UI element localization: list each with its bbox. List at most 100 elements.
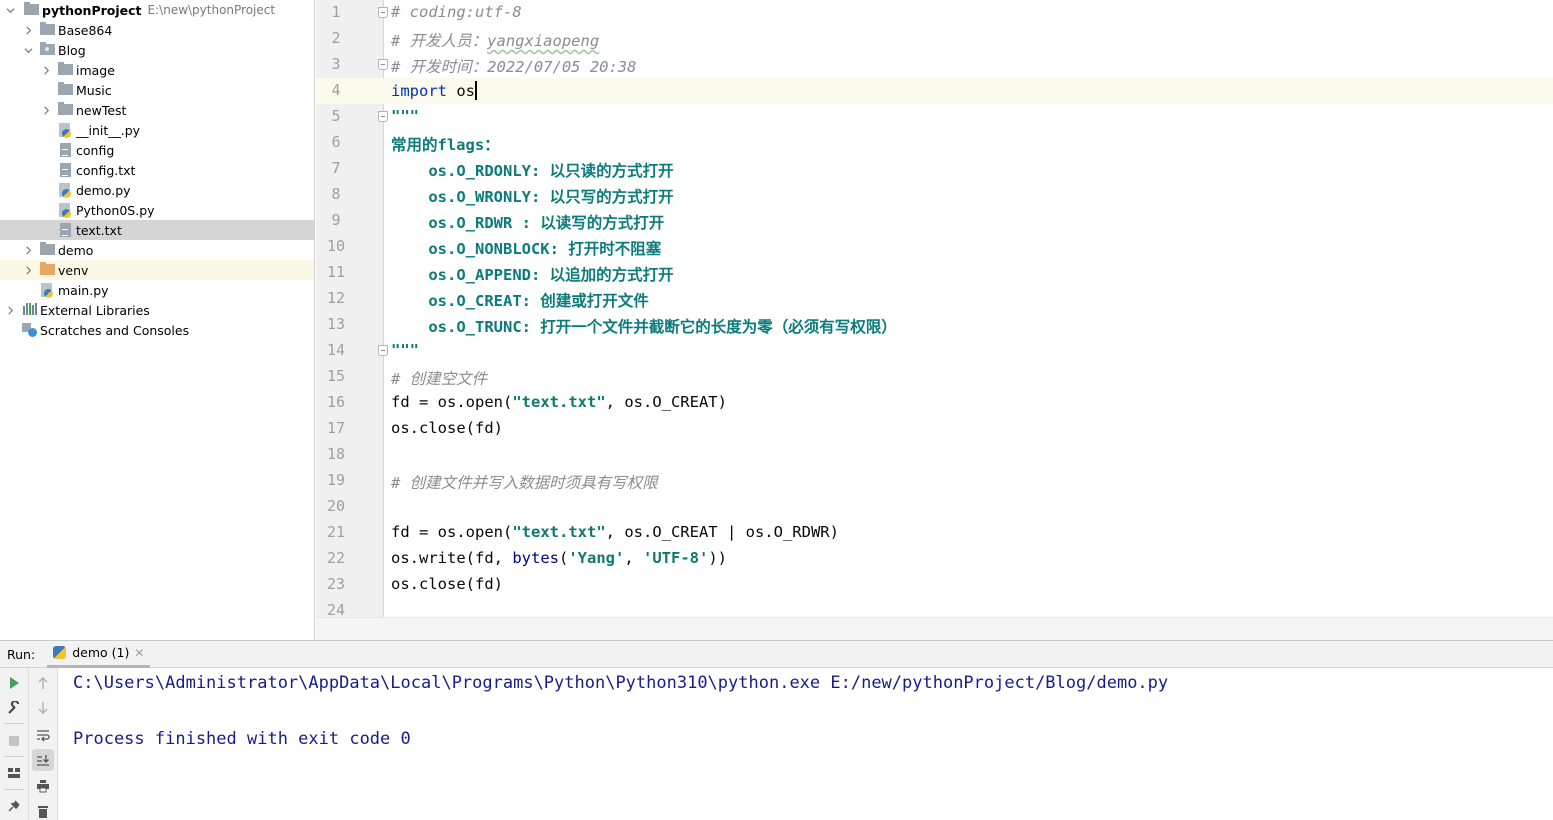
chevron-right-icon[interactable] bbox=[22, 20, 34, 40]
code-line[interactable]: 8 os.O_WRONLY: 以只写的方式打开 bbox=[316, 182, 1553, 208]
tree-item[interactable]: Music bbox=[0, 80, 314, 100]
code-token: import bbox=[391, 82, 447, 100]
code-line[interactable]: 24 bbox=[316, 598, 1553, 617]
code-line[interactable]: 18 bbox=[316, 442, 1553, 468]
code-text: os.write(fd, bytes('Yang', 'UTF-8')) bbox=[391, 549, 727, 567]
tree-item-label: text.txt bbox=[76, 222, 122, 238]
run-tab-demo[interactable]: demo (1) ✕ bbox=[47, 641, 151, 668]
code-token: 'UTF-8' bbox=[643, 549, 709, 567]
tree-item[interactable]: Scratches and Consoles bbox=[0, 320, 314, 340]
tree-item[interactable]: main.py bbox=[0, 280, 314, 300]
close-icon[interactable]: ✕ bbox=[134, 646, 144, 660]
chevron-down-icon[interactable] bbox=[4, 0, 16, 20]
stop-button[interactable] bbox=[3, 730, 25, 752]
fold-marker-icon[interactable] bbox=[378, 111, 388, 122]
code-line[interactable]: 14 """ bbox=[316, 338, 1553, 364]
code-line[interactable]: 22 os.write(fd, bytes('Yang', 'UTF-8')) bbox=[316, 546, 1553, 572]
tree-item[interactable]: External Libraries bbox=[0, 300, 314, 320]
tree-item[interactable]: venv bbox=[0, 260, 314, 280]
tree-item[interactable]: demo bbox=[0, 240, 314, 260]
tree-item[interactable]: config.txt bbox=[0, 160, 314, 180]
code-token: os.O_RDWR : 以读写的方式打开 bbox=[391, 214, 665, 232]
code-line[interactable]: 20 bbox=[316, 494, 1553, 520]
chevron-right-icon[interactable] bbox=[4, 300, 16, 320]
toolbar-divider bbox=[4, 789, 24, 790]
code-token: yangxiaopeng bbox=[487, 32, 600, 50]
editor-horizontal-scrollbar[interactable] bbox=[316, 617, 1553, 640]
code-line[interactable]: 7 os.O_RDONLY: 以只读的方式打开 bbox=[316, 156, 1553, 182]
fold-marker-icon[interactable] bbox=[378, 7, 388, 18]
tree-item[interactable]: demo.py bbox=[0, 180, 314, 200]
run-toolbar-secondary bbox=[29, 668, 58, 820]
code-text: # 创建空文件 bbox=[391, 367, 487, 389]
clear-all-button[interactable] bbox=[32, 800, 54, 820]
soft-wrap-button[interactable] bbox=[32, 724, 54, 746]
code-line[interactable]: 21 fd = os.open("text.txt", os.O_CREAT | … bbox=[316, 520, 1553, 546]
tree-item[interactable]: newTest bbox=[0, 100, 314, 120]
code-line[interactable]: 13 os.O_TRUNC: 打开一个文件并截断它的长度为零（必须有写权限） bbox=[316, 312, 1553, 338]
code-text: """ bbox=[391, 107, 419, 125]
gutter-cell: 19 bbox=[316, 468, 384, 494]
tree-item-label: Blog bbox=[58, 42, 86, 58]
code-line[interactable]: 2 # 开发人员：yangxiaopeng bbox=[316, 26, 1553, 52]
modify-run-config-button[interactable] bbox=[3, 697, 25, 719]
up-stack-trace-button[interactable] bbox=[32, 672, 54, 694]
code-line[interactable]: 3 # 开发时间：2022/07/05 20:38 bbox=[316, 52, 1553, 78]
chevron-right-icon[interactable] bbox=[22, 260, 34, 280]
code-line[interactable]: 4 import os bbox=[316, 78, 1553, 104]
fold-marker-icon[interactable] bbox=[378, 59, 388, 70]
gutter-cell: 1 bbox=[316, 0, 388, 26]
gutter-cell: 20 bbox=[316, 494, 384, 520]
tree-item[interactable]: Blog bbox=[0, 40, 314, 60]
chevron-right-icon[interactable] bbox=[22, 240, 34, 260]
tree-item[interactable]: Base864 bbox=[0, 20, 314, 40]
code-editor[interactable]: 1 # coding:utf-8 2 # 开发人员：yangxiaopeng 3 # 开发… bbox=[316, 0, 1553, 617]
scroll-to-end-button[interactable] bbox=[32, 749, 54, 771]
tree-item[interactable]: config bbox=[0, 140, 314, 160]
tree-item-label: image bbox=[76, 62, 115, 78]
code-line[interactable]: 6 常用的flags： bbox=[316, 130, 1553, 156]
code-line[interactable]: 23 os.close(fd) bbox=[316, 572, 1553, 598]
tree-item[interactable]: text.txt bbox=[0, 220, 314, 240]
code-line[interactable]: 12 os.O_CREAT: 创建或打开文件 bbox=[316, 286, 1553, 312]
code-line[interactable]: 19 # 创建文件并写入数据时须具有写权限 bbox=[316, 468, 1553, 494]
chevron-right-icon[interactable] bbox=[40, 100, 52, 120]
down-stack-trace-button[interactable] bbox=[32, 697, 54, 719]
code-line[interactable]: 16 fd = os.open("text.txt", os.O_CREAT) bbox=[316, 390, 1553, 416]
tree-item[interactable]: Python0S.py bbox=[0, 200, 314, 220]
pin-tab-button[interactable] bbox=[3, 795, 25, 817]
text-file-icon bbox=[58, 223, 74, 237]
toolbar-divider bbox=[4, 723, 24, 724]
line-number: 16 bbox=[326, 393, 346, 411]
print-button[interactable] bbox=[32, 775, 54, 797]
code-line[interactable]: 11 os.O_APPEND: 以追加的方式打开 bbox=[316, 260, 1553, 286]
line-number: 3 bbox=[331, 55, 341, 73]
chevron-down-icon[interactable] bbox=[22, 40, 34, 60]
code-line[interactable]: 15 # 创建空文件 bbox=[316, 364, 1553, 390]
line-number: 6 bbox=[331, 133, 341, 151]
tree-item[interactable]: image bbox=[0, 60, 314, 80]
rerun-button[interactable] bbox=[3, 672, 25, 694]
code-token: ( bbox=[559, 549, 569, 567]
tree-item[interactable]: __init__.py bbox=[0, 120, 314, 140]
tree-item-label: main.py bbox=[58, 282, 109, 298]
gutter-cell: 5 bbox=[316, 104, 388, 130]
root-path: E:\new\pythonProject bbox=[147, 3, 276, 17]
run-label: Run: bbox=[7, 646, 36, 662]
console-output[interactable]: C:\Users\Administrator\AppData\Local\Pro… bbox=[58, 668, 1553, 820]
folder-icon bbox=[58, 82, 74, 97]
code-text: os.O_APPEND: 以追加的方式打开 bbox=[391, 263, 673, 285]
chevron-right-icon[interactable] bbox=[40, 60, 52, 80]
line-number: 21 bbox=[326, 523, 346, 541]
code-text: import os bbox=[391, 81, 477, 100]
code-line[interactable]: 10 os.O_NONBLOCK: 打开时不阻塞 bbox=[316, 234, 1553, 260]
code-line[interactable]: 1 # coding:utf-8 bbox=[316, 0, 1553, 26]
code-line[interactable]: 17 os.close(fd) bbox=[316, 416, 1553, 442]
code-line[interactable]: 5 """ bbox=[316, 104, 1553, 130]
tree-item-root[interactable]: pythonProject E:\new\pythonProject bbox=[0, 0, 314, 20]
code-line[interactable]: 9 os.O_RDWR : 以读写的方式打开 bbox=[316, 208, 1553, 234]
fold-marker-icon[interactable] bbox=[378, 345, 388, 356]
layout-button[interactable] bbox=[3, 762, 25, 784]
soft-wrap-icon bbox=[37, 730, 50, 742]
